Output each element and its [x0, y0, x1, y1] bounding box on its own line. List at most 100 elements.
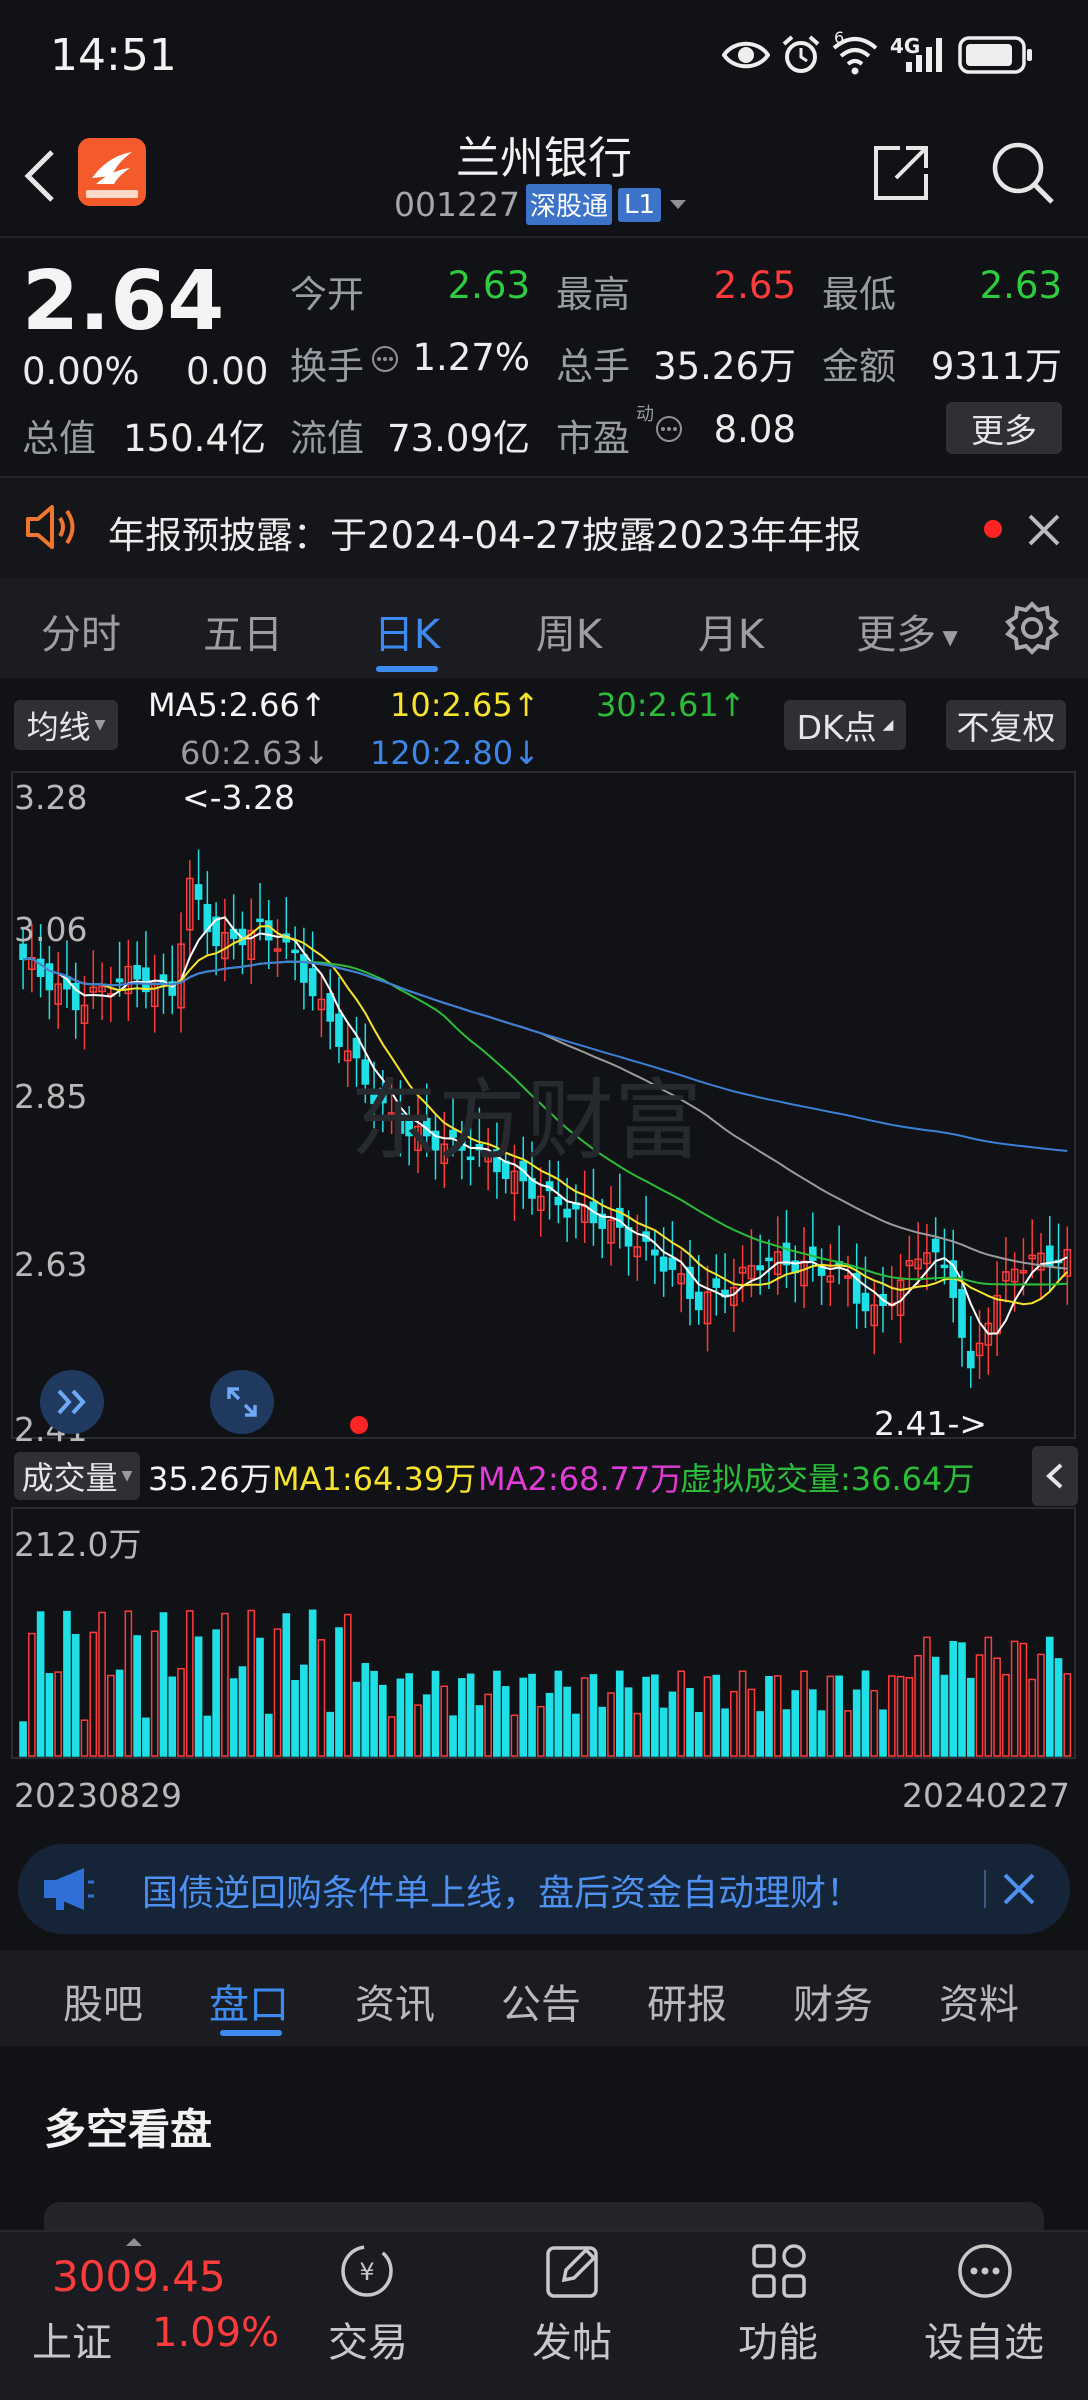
volume-bar: [642, 1676, 650, 1757]
gear-icon[interactable]: [1004, 600, 1060, 656]
volume-bar: [1019, 1642, 1028, 1757]
volume-bar: [624, 1687, 633, 1757]
volume-bar: [449, 1715, 457, 1757]
volume-bar: [958, 1642, 966, 1757]
collapse-button[interactable]: [1032, 1446, 1078, 1506]
tab-more[interactable]: 更多 ▼: [842, 602, 972, 660]
dk-point-button[interactable]: DK点 ◢: [784, 700, 906, 750]
volume-bar: [721, 1708, 729, 1757]
tab-5day[interactable]: 五日: [162, 602, 324, 660]
adjust-button[interactable]: 不复权: [946, 700, 1066, 750]
low-label: 最低: [822, 273, 896, 316]
info-icon[interactable]: [370, 344, 400, 374]
nav-trade[interactable]: 交易: [306, 2310, 430, 2368]
index-name[interactable]: 上证: [32, 2310, 112, 2368]
watchlist-icon[interactable]: [954, 2240, 1016, 2302]
tab-profile[interactable]: 资料: [906, 1972, 1052, 2030]
tab-weekly[interactable]: 周K: [488, 602, 650, 660]
volume-bar: [387, 1716, 396, 1757]
volume-bar: [572, 1713, 580, 1757]
volume-bar: [229, 1678, 238, 1757]
volume-bar: [782, 1709, 791, 1757]
index-change[interactable]: 1.09%: [152, 2310, 279, 2356]
post-icon[interactable]: [542, 2240, 604, 2302]
nav-watchlist[interactable]: 设自选: [904, 2310, 1064, 2368]
volume-bar: [264, 1713, 273, 1757]
volume-bar: [923, 1636, 931, 1757]
close-icon[interactable]: [1026, 512, 1062, 548]
info-icon[interactable]: [654, 414, 684, 444]
trade-icon[interactable]: ¥: [336, 2240, 398, 2302]
tab-monthly[interactable]: 月K: [650, 602, 812, 660]
volume-ma2: MA2:68.77万: [478, 1460, 683, 1498]
kline-tick-2: 3.06: [14, 910, 88, 949]
close-icon[interactable]: [1000, 1870, 1038, 1908]
volume-bar: [133, 1635, 141, 1757]
tab-daily[interactable]: 日K: [326, 602, 488, 660]
caret-down-icon: ▼: [936, 625, 958, 649]
tab-research[interactable]: 研报: [614, 1972, 760, 2030]
volume-bar: [844, 1710, 852, 1757]
nav-post[interactable]: 发帖: [510, 2310, 634, 2368]
volume-bar: [352, 1681, 361, 1757]
candle-body: [958, 1289, 966, 1338]
chart-tabs: 分时 五日 日K 周K 月K 更多 ▼: [0, 578, 1088, 678]
tab-pankou[interactable]: 盘口: [176, 1972, 322, 2030]
stock-code-row: 001227 深股通 L1: [394, 184, 689, 225]
tab-guba[interactable]: 股吧: [30, 1972, 176, 2030]
volume-bar: [414, 1704, 422, 1757]
volume-bar: [493, 1670, 501, 1757]
volume-max-label: 212.0万: [14, 1525, 142, 1564]
candle-body: [756, 1265, 764, 1271]
promo-text[interactable]: 国债逆回购条件单上线，盘后资金自动理财！: [142, 1864, 862, 1916]
amount-label: 金额: [822, 345, 896, 388]
volume-bar: [940, 1674, 949, 1757]
candle-body: [264, 920, 273, 941]
volume-label: 总手: [556, 345, 630, 388]
low-value: 2.63: [979, 264, 1062, 307]
ma-selector[interactable]: 均线 ▼: [14, 700, 118, 750]
ma5-label: MA5:2.66↑: [148, 686, 327, 724]
volume-bar: [879, 1709, 887, 1757]
ma60-label: 60:2.63↓: [180, 734, 330, 772]
volume-bar: [221, 1612, 229, 1757]
tab-finance[interactable]: 财务: [760, 1972, 906, 2030]
expand-left-button[interactable]: [40, 1370, 104, 1434]
share-icon[interactable]: [870, 142, 932, 204]
volume-selector[interactable]: 成交量 ▼: [14, 1452, 140, 1500]
volume-bar: [308, 1609, 317, 1757]
volume-bar: [651, 1674, 659, 1757]
min-price-label: 2.41->: [874, 1404, 988, 1443]
more-button[interactable]: 更多: [946, 402, 1062, 454]
volume-bar: [247, 1609, 256, 1757]
turnover-label: 换手: [290, 345, 364, 388]
index-value[interactable]: 3009.45: [52, 2252, 226, 2301]
volume-bar: [773, 1675, 782, 1757]
change-amount: 0.00: [186, 350, 269, 393]
virtual-volume: 虚拟成交量:36.64万: [680, 1460, 975, 1498]
volume-bar: [335, 1627, 343, 1757]
volume-bar: [168, 1676, 177, 1757]
volume-chart[interactable]: [0, 1506, 1088, 1766]
ma10-label: 10:2.65↑: [390, 686, 540, 724]
search-icon[interactable]: [988, 138, 1058, 208]
volume-bar: [440, 1685, 449, 1757]
candle-body: [291, 949, 299, 954]
chevron-down-icon[interactable]: [667, 197, 689, 213]
tab-announcement[interactable]: 公告: [468, 1972, 614, 2030]
candle-body: [668, 1257, 677, 1270]
volume-bar: [536, 1705, 545, 1757]
candle-body: [765, 1257, 773, 1262]
notice-text[interactable]: 年报预披露：于2024-04-27披露2023年年报: [108, 505, 861, 559]
tab-more-label: 更多: [856, 612, 937, 658]
fullscreen-button[interactable]: [210, 1370, 274, 1434]
candle-body: [45, 963, 54, 991]
tab-news[interactable]: 资讯: [322, 1972, 468, 2030]
volume-bar: [501, 1686, 510, 1757]
volume-bar: [63, 1610, 71, 1757]
nav-function[interactable]: 功能: [716, 2310, 840, 2368]
candle-body: [115, 978, 124, 983]
volume-bar: [98, 1611, 106, 1757]
tab-intraday[interactable]: 分时: [0, 602, 162, 660]
function-icon[interactable]: [748, 2240, 810, 2302]
